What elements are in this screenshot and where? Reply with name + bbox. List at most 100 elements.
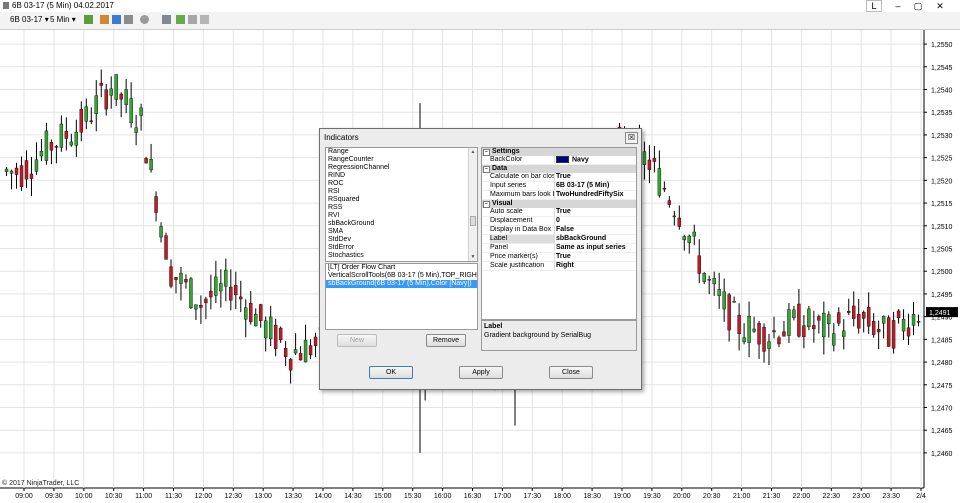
property-grid[interactable]: − Settings BackColor Navy − Data Calculate… — [481, 147, 637, 320]
applied-indicator-item[interactable]: [LT] Order Flow Chart — [326, 264, 477, 272]
applied-indicator-item[interactable]: VerticalScrollTools(6B 03-17 (5 Min),TOP… — [326, 272, 477, 280]
x-tick-label: 13:30 — [284, 493, 302, 500]
property-value[interactable]: True — [556, 208, 571, 216]
property-value[interactable]: Navy — [556, 156, 589, 164]
property-description: Label Gradient background by SerialBug — [481, 320, 637, 351]
indicator-list-item[interactable]: RangeCounter — [326, 156, 477, 164]
indicator-list-item[interactable]: RSS — [326, 204, 477, 212]
indicator-list-item[interactable]: RVI — [326, 212, 477, 220]
indicator-list-item[interactable]: RSquared — [326, 196, 477, 204]
property-value[interactable]: 0 — [556, 217, 560, 225]
candle-body — [697, 255, 701, 274]
x-tick-label: 09:30 — [45, 493, 63, 500]
indicator-list-scrollbar[interactable]: ▲ ▼ — [468, 148, 477, 261]
candle-body — [802, 325, 806, 337]
property-value[interactable]: False — [556, 226, 574, 234]
property-value[interactable]: Same as input series — [556, 244, 626, 252]
data-box-icon[interactable] — [176, 15, 185, 24]
applied-indicator-item[interactable]: sbBackGround(6B 03-17 (5 Min),Color [Nav… — [326, 280, 477, 288]
indicator-list-item[interactable]: StdDev — [326, 236, 477, 244]
property-row[interactable]: Calculate on bar close True — [482, 173, 636, 182]
y-tick-label: 1,2530 — [931, 133, 953, 140]
property-value[interactable]: True — [556, 173, 571, 181]
candle-body — [911, 314, 916, 326]
indicator-list-item[interactable]: ROC — [326, 180, 477, 188]
collapse-icon[interactable]: − — [483, 201, 490, 208]
crosshair-icon[interactable] — [124, 15, 133, 24]
property-value[interactable]: TwoHundredFiftySix — [556, 191, 624, 199]
indicators-icon[interactable] — [100, 15, 109, 24]
indicator-list-item[interactable]: RIND — [326, 172, 477, 180]
indicator-list-item[interactable]: Range — [326, 148, 477, 156]
snapshot-icon[interactable] — [188, 15, 197, 24]
property-row[interactable]: Input series 6B 03-17 (5 Min) — [482, 182, 636, 191]
maximize-button[interactable]: ▢ — [908, 0, 928, 12]
close-window-button[interactable]: ✕ — [930, 0, 950, 12]
property-backcolor[interactable]: BackColor Navy — [482, 156, 636, 165]
candle-body — [777, 337, 781, 345]
pencil-icon[interactable] — [112, 15, 121, 24]
candle-body — [906, 327, 911, 337]
x-tick-label: 11:00 — [135, 493, 152, 500]
scroll-down-icon[interactable]: ▼ — [469, 253, 477, 261]
interval-selector[interactable]: 5 Min ▾ — [50, 14, 76, 26]
lock-button[interactable]: L — [866, 0, 882, 12]
candle-body — [9, 170, 14, 174]
property-row[interactable]: Price marker(s) True — [482, 253, 636, 262]
applied-indicators-list[interactable]: [LT] Order Flow Chart VerticalScrollTools… — [325, 263, 478, 330]
property-name: Scale justification — [490, 262, 555, 270]
category-data[interactable]: − Data — [482, 165, 636, 173]
property-row[interactable]: Display in Data Box False — [482, 226, 636, 235]
candle-body — [842, 330, 846, 337]
candle-body — [59, 123, 64, 148]
property-value[interactable]: 6B 03-17 (5 Min) — [556, 182, 609, 190]
minimize-button[interactable]: ‒ — [888, 0, 908, 12]
category-visual[interactable]: − Visual — [482, 200, 636, 208]
indicator-list-item[interactable]: RSI — [326, 188, 477, 196]
remove-button[interactable]: Remove — [426, 334, 466, 347]
scroll-thumb[interactable] — [470, 216, 476, 226]
collapse-icon[interactable]: − — [483, 166, 490, 173]
property-value[interactable]: sbBackGround — [556, 235, 606, 243]
property-value[interactable]: True — [556, 253, 571, 261]
window-title: 6B 03-17 (5 Min) 04.02.2017 — [12, 1, 114, 10]
new-button[interactable]: New — [337, 334, 377, 347]
x-tick-label: 21:30 — [763, 493, 781, 500]
y-tick-label: 1,2520 — [931, 178, 953, 185]
candle-body — [822, 312, 826, 338]
property-value[interactable]: Right — [556, 262, 574, 270]
collapse-icon[interactable]: − — [483, 149, 490, 156]
indicator-list-item[interactable]: Stochastics — [326, 252, 477, 260]
candle-body — [114, 74, 118, 100]
zoom-icon[interactable] — [140, 15, 149, 24]
property-row[interactable]: Scale justification Right — [482, 262, 636, 271]
instrument-selector[interactable]: 6B 03-17 ▾ — [10, 14, 49, 26]
property-row[interactable]: Displacement 0 — [482, 217, 636, 226]
property-row[interactable]: Auto scale True — [482, 208, 636, 217]
indicator-list[interactable]: Range RangeCounter RegressionChannel RIND RO… — [325, 147, 478, 262]
scroll-up-icon[interactable]: ▲ — [469, 148, 477, 156]
properties-icon[interactable] — [162, 15, 171, 24]
apply-button[interactable]: Apply — [459, 366, 503, 379]
y-tick-label: 1,2545 — [931, 65, 953, 72]
indicator-list-item[interactable]: sbBackGround — [326, 220, 477, 228]
candle-body — [857, 314, 861, 329]
close-button[interactable]: Close — [549, 366, 593, 379]
property-row[interactable]: Panel Same as input series — [482, 244, 636, 253]
copyright-text: © 2017 NinjaTrader, LLC — [2, 480, 80, 487]
indicator-list-item[interactable]: StdError — [326, 244, 477, 252]
indicator-list-item[interactable]: SMA — [326, 228, 477, 236]
bar-type-icon[interactable] — [84, 15, 93, 24]
x-tick-label: 16:30 — [464, 493, 482, 500]
ok-button[interactable]: OK — [369, 366, 413, 379]
dialog-close-icon[interactable]: ☒ — [625, 132, 638, 144]
property-name: Maximum bars look ba — [490, 191, 555, 199]
property-row[interactable]: Label sbBackGround — [482, 235, 636, 244]
print-icon[interactable] — [200, 15, 209, 24]
y-tick-label: 1,2505 — [931, 247, 953, 254]
property-row[interactable]: Maximum bars look ba TwoHundredFiftySix — [482, 191, 636, 200]
y-tick-label: 1,2480 — [931, 360, 953, 367]
candle-body — [174, 277, 178, 280]
category-settings[interactable]: − Settings — [482, 148, 636, 156]
indicator-list-item[interactable]: RegressionChannel — [326, 164, 477, 172]
